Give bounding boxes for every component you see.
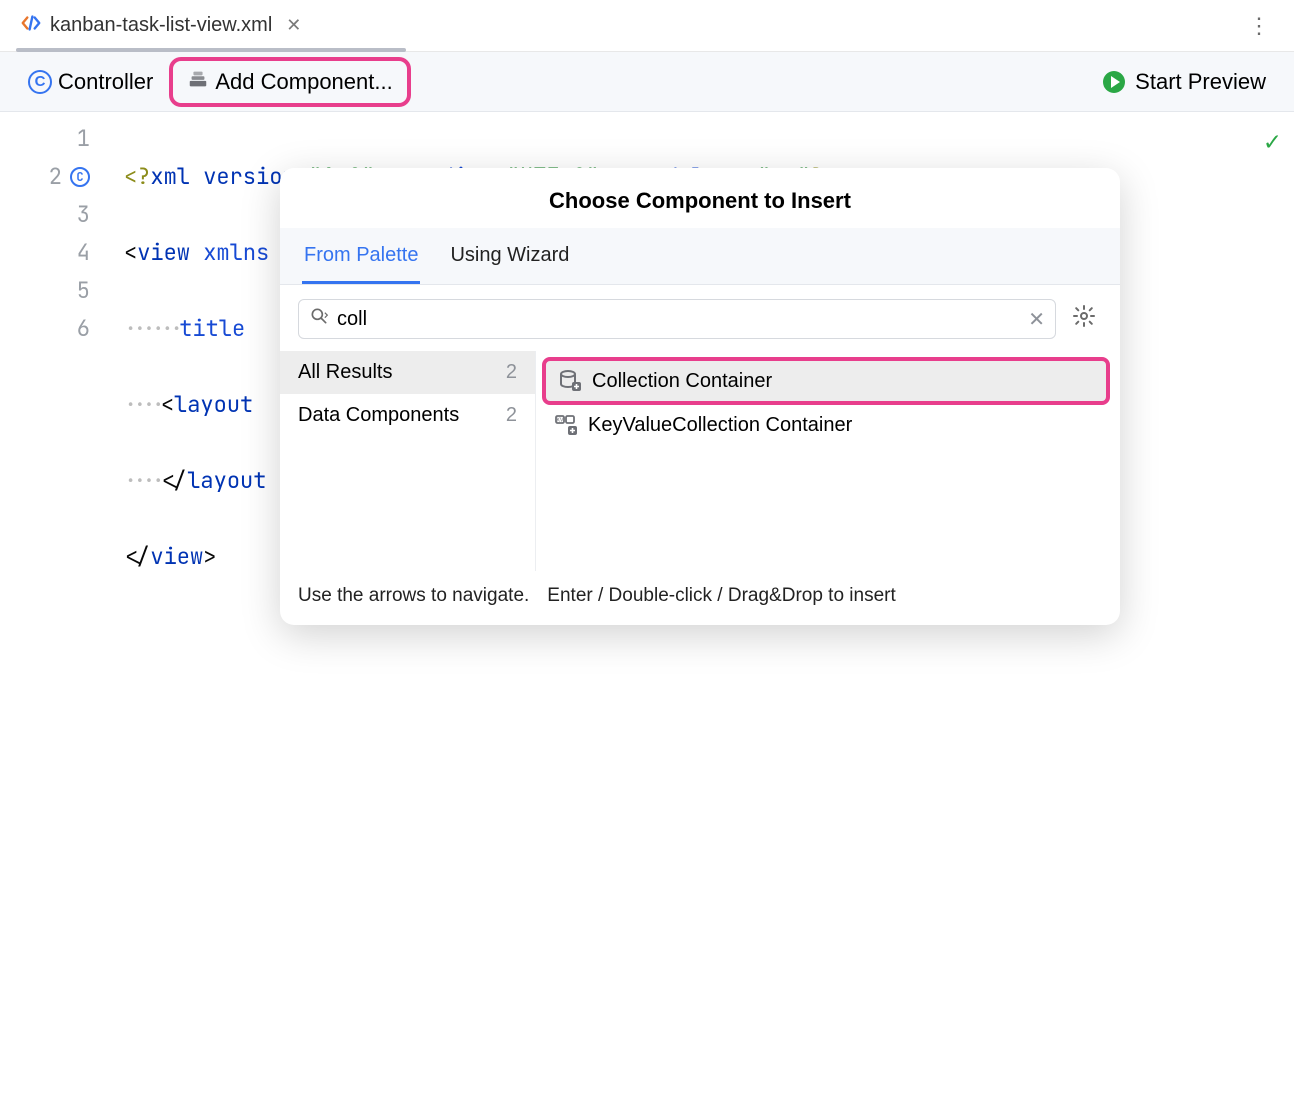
line-gutter: 1 2C 3 4 5 6 <box>0 112 100 652</box>
add-component-button[interactable]: Add Component... <box>169 57 410 107</box>
tab-overflow-menu-icon[interactable]: ⋮ <box>1234 13 1286 39</box>
results-body: All Results 2 Data Components 2 Collecti… <box>280 351 1120 571</box>
category-data-components[interactable]: Data Components 2 <box>280 394 535 437</box>
file-tab[interactable]: kanban-task-list-view.xml ✕ <box>8 0 313 51</box>
popup-tabs: From Palette Using Wizard <box>280 228 1120 285</box>
search-box[interactable]: ✕ <box>298 299 1056 339</box>
category-count: 2 <box>506 361 517 384</box>
line-number: 2 <box>49 158 62 196</box>
close-tab-icon[interactable]: ✕ <box>280 15 301 36</box>
tab-from-palette[interactable]: From Palette <box>302 228 420 284</box>
play-icon <box>1103 71 1125 93</box>
tab-filename: kanban-task-list-view.xml <box>50 14 272 37</box>
clear-search-icon[interactable]: ✕ <box>1028 307 1045 332</box>
inspection-ok-icon[interactable]: ✓ <box>1264 122 1280 160</box>
search-input[interactable] <box>337 308 1020 331</box>
category-label: Data Components <box>298 404 459 427</box>
category-list: All Results 2 Data Components 2 <box>280 351 536 571</box>
line-number: 5 <box>77 272 90 310</box>
line-number: 1 <box>77 120 90 158</box>
choose-component-popup: Choose Component to Insert From Palette … <box>280 168 1120 625</box>
popup-title: Choose Component to Insert <box>280 168 1120 228</box>
database-icon <box>558 369 582 393</box>
line-number: 3 <box>77 196 90 234</box>
category-label: All Results <box>298 361 392 384</box>
tab-using-wizard[interactable]: Using Wizard <box>448 228 571 284</box>
footer-nav-hint: Use the arrows to navigate. <box>298 585 529 607</box>
component-label: KeyValueCollection Container <box>588 414 852 437</box>
start-preview-button[interactable]: Start Preview <box>1093 65 1276 99</box>
controller-label: Controller <box>58 69 153 95</box>
editor-toolbar: C Controller Add Component... Start Prev… <box>0 52 1294 112</box>
settings-icon[interactable] <box>1066 304 1102 335</box>
component-list: Collection Container KV KeyValueCollecti… <box>536 351 1120 571</box>
popup-footer: Use the arrows to navigate. Enter / Doub… <box>280 571 1120 625</box>
start-preview-label: Start Preview <box>1135 69 1266 95</box>
component-keyvalue-collection-container[interactable]: KV KeyValueCollection Container <box>542 405 1110 445</box>
tab-accent <box>16 48 406 52</box>
line-number: 6 <box>77 310 90 348</box>
line-number: 4 <box>77 234 90 272</box>
footer-action-hint: Enter / Double-click / Drag&Drop to inse… <box>547 585 895 607</box>
keyvalue-icon: KV <box>554 413 578 437</box>
component-collection-container[interactable]: Collection Container <box>542 357 1110 405</box>
controller-icon: C <box>28 70 52 94</box>
controller-gutter-icon[interactable]: C <box>70 167 90 187</box>
controller-button[interactable]: C Controller <box>18 65 163 99</box>
category-count: 2 <box>506 404 517 427</box>
xml-file-icon <box>20 12 42 40</box>
tab-bar: kanban-task-list-view.xml ✕ ⋮ <box>0 0 1294 52</box>
component-label: Collection Container <box>592 370 772 393</box>
category-all-results[interactable]: All Results 2 <box>280 351 535 394</box>
svg-text:KV: KV <box>557 418 564 424</box>
search-row: ✕ <box>280 285 1120 351</box>
add-component-icon <box>187 68 209 96</box>
search-icon <box>309 306 329 332</box>
add-component-label: Add Component... <box>215 69 392 95</box>
